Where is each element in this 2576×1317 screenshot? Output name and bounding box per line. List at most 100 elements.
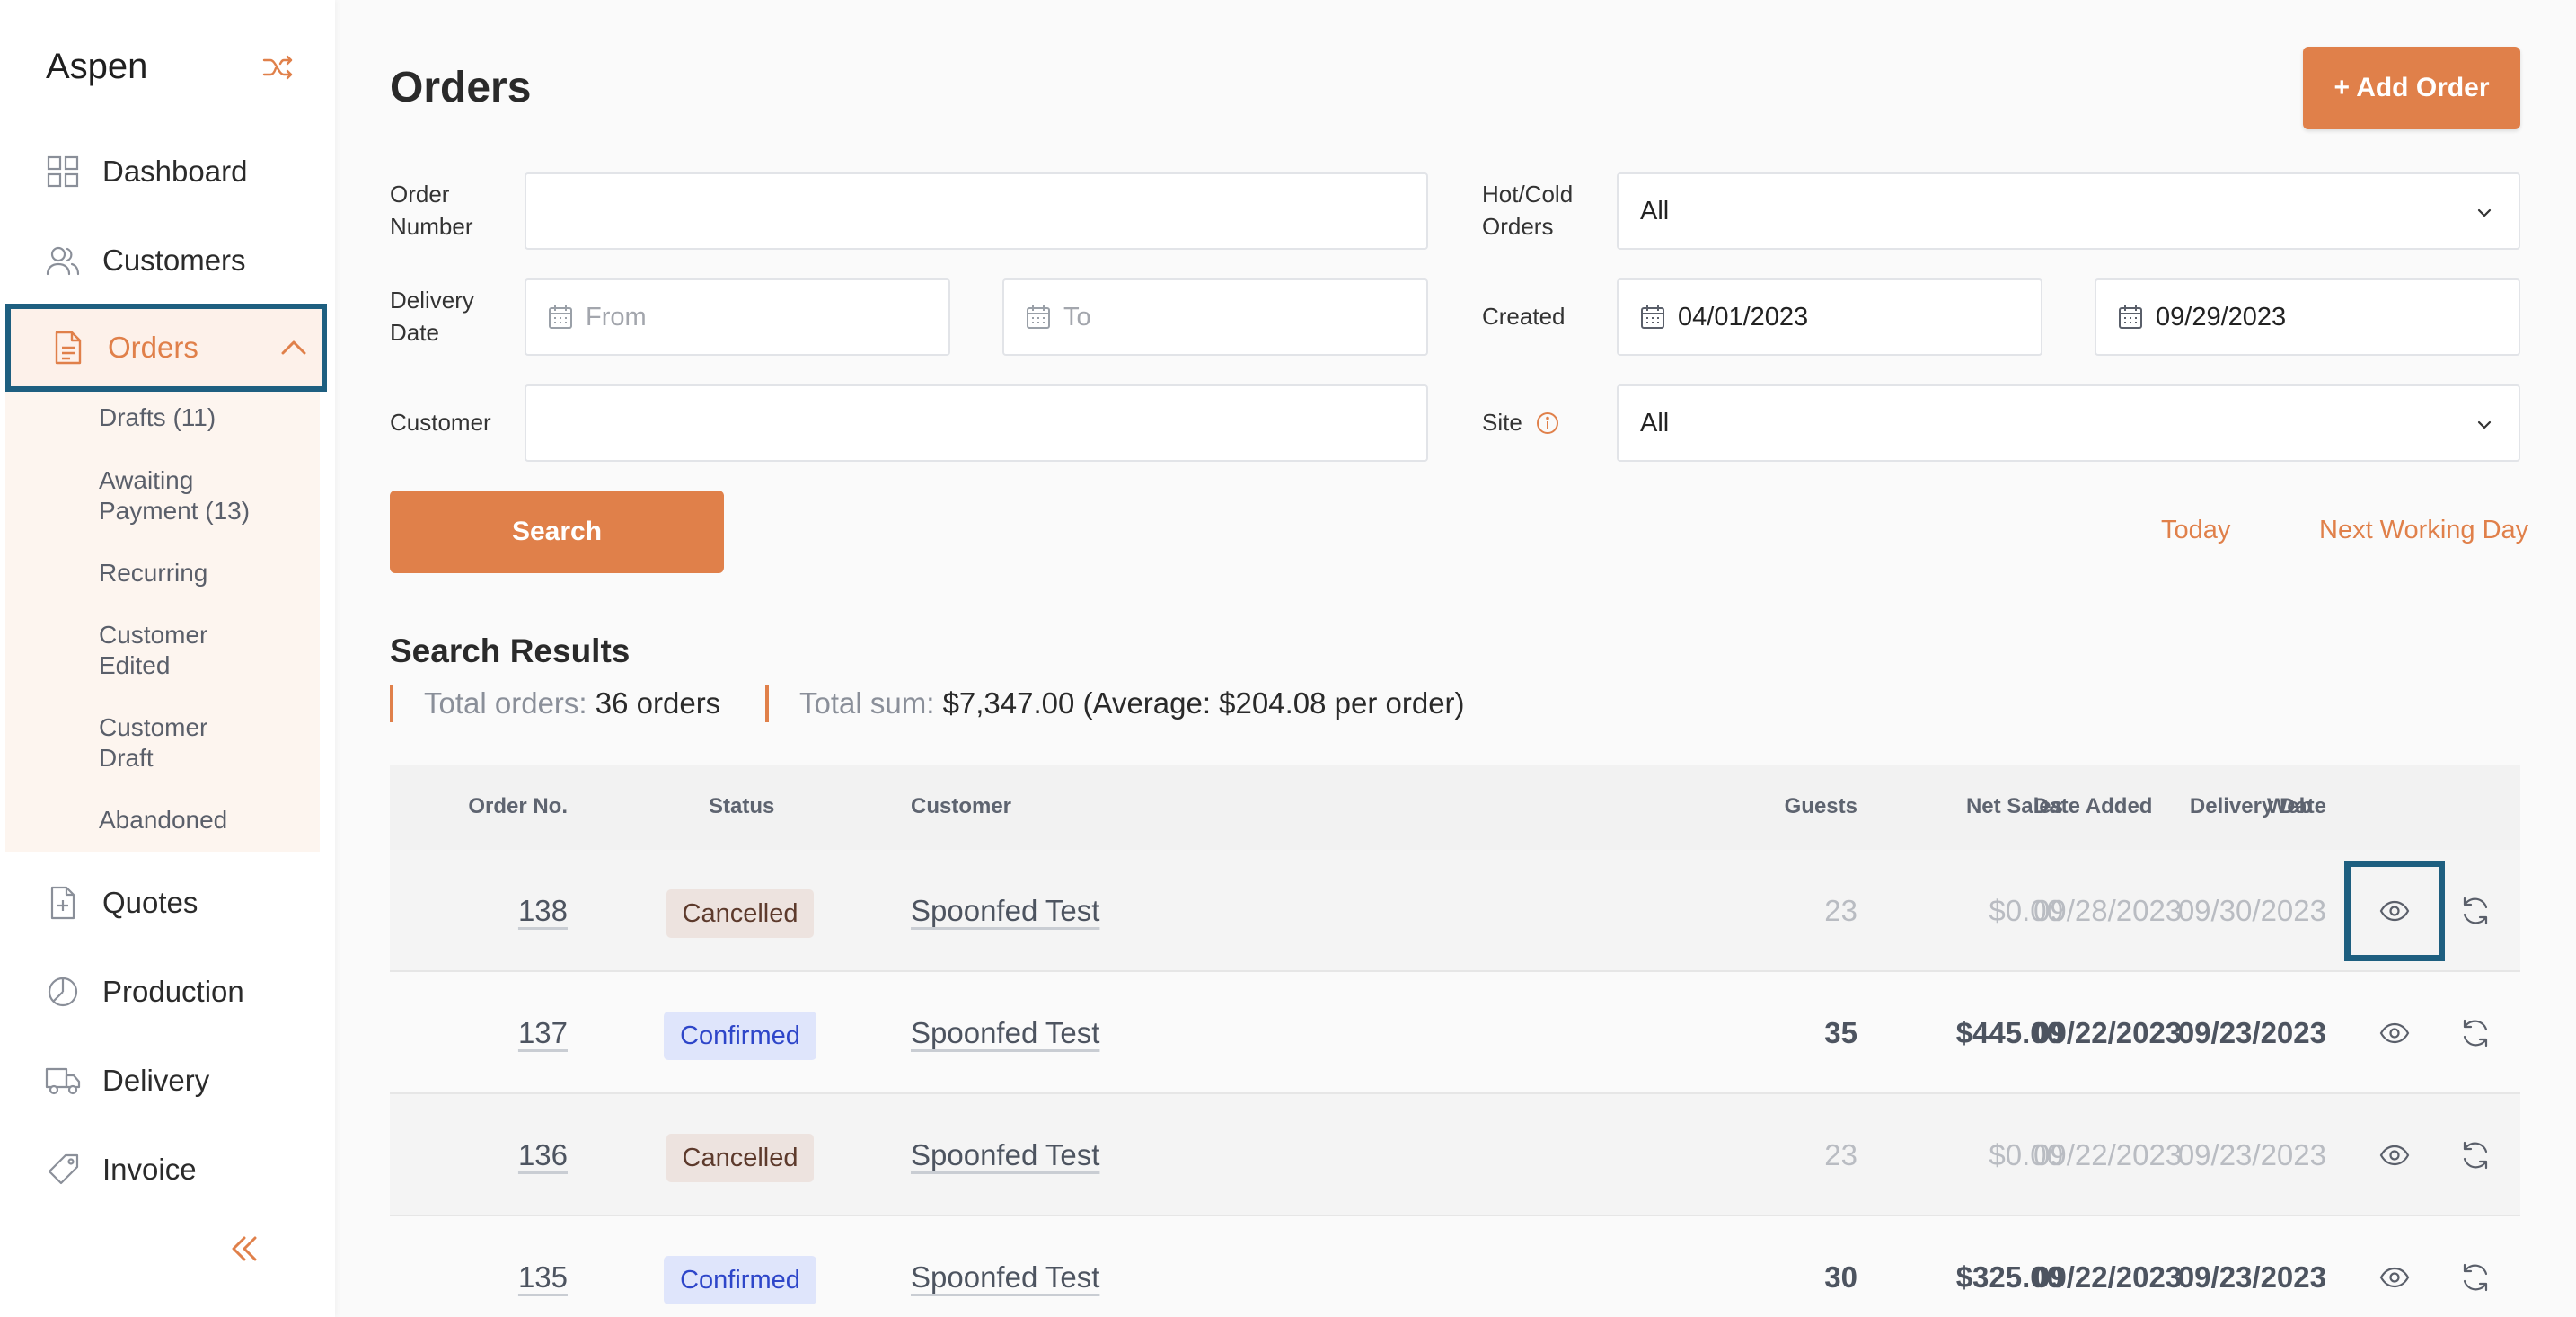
total-sum-label: Total sum:: [799, 686, 935, 720]
tag-icon: [45, 1152, 81, 1188]
search-button[interactable]: Search: [390, 491, 724, 573]
submenu-item-label: Abandoned: [99, 806, 228, 834]
pie-chart-icon: [45, 974, 81, 1010]
customer-cell[interactable]: Spoonfed Test: [911, 1137, 1099, 1173]
customer-link[interactable]: Spoonfed Test: [911, 1138, 1099, 1171]
column-header-date-added[interactable]: Date Added: [2033, 794, 2152, 819]
column-header-web: Web: [2267, 794, 2313, 818]
order-number-cell[interactable]: 135: [518, 1260, 568, 1295]
submenu-item-label-line2: Payment (13): [99, 497, 251, 525]
guests-cell: 23: [1824, 894, 1857, 927]
submenu-item-awaiting-payment[interactable]: Awaiting Payment (13): [99, 465, 250, 526]
sidebar-item-label: Delivery: [102, 1064, 210, 1097]
delivery-date-to-input[interactable]: To: [1002, 278, 1428, 356]
submenu-item-abandoned[interactable]: Abandoned: [99, 805, 227, 835]
order-number-cell[interactable]: 138: [518, 893, 568, 929]
search-results-title: Search Results: [390, 632, 631, 669]
column-header-guests[interactable]: Guests: [1785, 794, 1857, 819]
refresh-icon[interactable]: [2452, 1254, 2499, 1301]
hot-cold-label-line2: Orders: [1482, 213, 1554, 240]
sidebar-item-delivery[interactable]: Delivery: [0, 1038, 335, 1124]
hot-cold-label: Hot/Cold Orders: [1482, 178, 1573, 243]
table-row[interactable]: 135 Confirmed Spoonfed Test 30 $325.00 09/23/…: [390, 1216, 2520, 1317]
submenu-item-label: Recurring: [99, 559, 208, 587]
orders-table: Order No. Status Customer Guests Net Sal…: [390, 765, 2520, 1317]
sidebar-item-production[interactable]: Production: [0, 949, 335, 1035]
customer-link[interactable]: Spoonfed Test: [911, 1016, 1099, 1049]
submenu-item-drafts[interactable]: Drafts (11): [99, 402, 216, 433]
total-orders-summary: Total orders: 36 orders: [390, 685, 720, 722]
customer-link[interactable]: Spoonfed Test: [911, 1260, 1099, 1294]
site-select[interactable]: All: [1617, 384, 2520, 462]
delivery-date-from-input[interactable]: From: [525, 278, 950, 356]
created-label: Created: [1482, 303, 1566, 330]
guests-cell: 30: [1824, 1260, 1857, 1294]
view-order-icon[interactable]: [2371, 1254, 2418, 1301]
info-icon[interactable]: [1536, 411, 1559, 435]
sidebar-item-orders[interactable]: Orders: [5, 304, 327, 392]
collapse-sidebar-icon[interactable]: [226, 1233, 262, 1265]
created-to-input[interactable]: 09/29/2023: [2095, 278, 2520, 356]
sidebar-item-label: Invoice: [102, 1153, 197, 1186]
order-number-link[interactable]: 136: [518, 1138, 568, 1171]
customer-link[interactable]: Spoonfed Test: [911, 894, 1099, 927]
table-row[interactable]: 136 Cancelled Spoonfed Test 23 $0.00 09/23/20…: [390, 1094, 2520, 1216]
submenu-item-label: Customer: [99, 713, 208, 741]
view-order-icon[interactable]: [2344, 861, 2445, 961]
total-sum-value: $7,347.00 (Average: $204.08 per order): [942, 686, 1465, 720]
calendar-icon: [549, 305, 572, 329]
customer-input[interactable]: [525, 384, 1428, 462]
status-badge: Confirmed: [664, 1256, 816, 1304]
customer-cell[interactable]: Spoonfed Test: [911, 893, 1099, 929]
chevron-down-icon: [2477, 420, 2492, 429]
created-to-value: 09/29/2023: [2156, 302, 2287, 331]
order-number-link[interactable]: 137: [518, 1016, 568, 1049]
submenu-item-customer-draft[interactable]: Customer Draft: [99, 712, 207, 773]
column-header-status[interactable]: Status: [709, 794, 774, 819]
column-header-customer[interactable]: Customer: [911, 794, 1011, 819]
sidebar-item-invoice[interactable]: Invoice: [0, 1127, 335, 1213]
sidebar-item-dashboard[interactable]: Dashboard: [0, 128, 335, 215]
submenu-item-customer-edited[interactable]: Customer Edited: [99, 620, 207, 681]
delivery-date-from-placeholder: From: [586, 302, 647, 331]
view-order-icon[interactable]: [2371, 1010, 2418, 1056]
submenu-item-recurring[interactable]: Recurring: [99, 558, 207, 588]
hot-cold-select[interactable]: All: [1617, 172, 2520, 250]
order-number-cell[interactable]: 136: [518, 1137, 568, 1173]
sidebar-item-quotes[interactable]: Quotes: [0, 860, 335, 946]
order-number-label-line2: Number: [390, 213, 473, 240]
status-badge: Cancelled: [666, 1134, 814, 1182]
column-header-order-no[interactable]: Order No.: [468, 794, 568, 819]
chevron-up-icon[interactable]: [280, 339, 307, 357]
calendar-icon: [1641, 305, 1664, 329]
table-row[interactable]: 138 Cancelled Spoonfed Test 23 $0.00 09/30/20…: [390, 850, 2520, 972]
customer-cell[interactable]: Spoonfed Test: [911, 1260, 1099, 1295]
refresh-icon[interactable]: [2452, 888, 2499, 934]
delivery-date-to-placeholder: To: [1063, 302, 1091, 331]
hot-cold-selected-value: All: [1640, 196, 1670, 225]
next-working-day-link[interactable]: Next Working Day: [2319, 516, 2528, 545]
order-number-label-line1: Order: [390, 181, 450, 208]
chevron-down-icon: [2477, 208, 2492, 217]
calendar-icon: [1027, 305, 1050, 329]
customer-cell[interactable]: Spoonfed Test: [911, 1015, 1099, 1051]
table-row[interactable]: 137 Confirmed Spoonfed Test 35 $445.00 09/23/…: [390, 972, 2520, 1094]
refresh-icon[interactable]: [2452, 1010, 2499, 1056]
page-title: Orders: [390, 64, 532, 111]
order-number-input[interactable]: [525, 172, 1428, 250]
view-order-icon[interactable]: [2371, 1132, 2418, 1179]
today-link[interactable]: Today: [2161, 516, 2230, 545]
order-number-link[interactable]: 138: [518, 894, 568, 927]
created-from-input[interactable]: 04/01/2023: [1617, 278, 2042, 356]
sidebar-item-label: Customers: [102, 243, 246, 277]
grid-icon: [45, 154, 81, 190]
total-orders-value: 36 orders: [595, 686, 721, 720]
add-order-button[interactable]: + Add Order: [2303, 47, 2520, 129]
delivery-date-label-line2: Date: [390, 319, 439, 346]
sidebar-item-customers[interactable]: Customers: [0, 217, 335, 304]
table-header: Order No. Status Customer Guests Net Sal…: [390, 765, 2520, 850]
shuffle-icon[interactable]: [262, 54, 295, 81]
refresh-icon[interactable]: [2452, 1132, 2499, 1179]
order-number-cell[interactable]: 137: [518, 1015, 568, 1051]
order-number-link[interactable]: 135: [518, 1260, 568, 1294]
